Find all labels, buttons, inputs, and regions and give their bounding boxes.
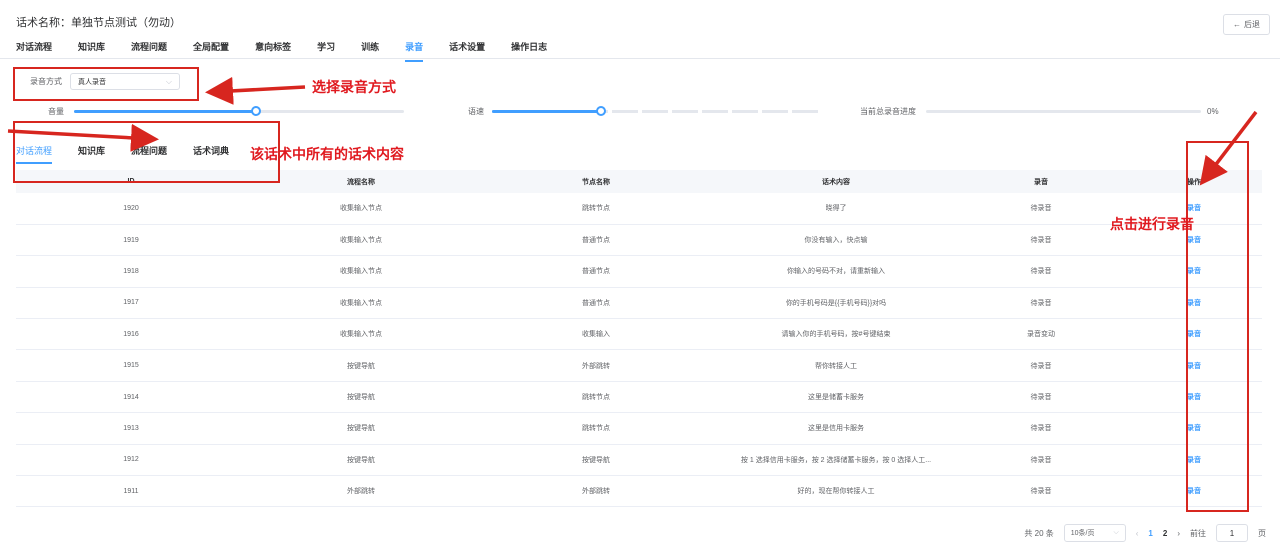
arrow-to-mode-select — [205, 76, 306, 105]
annotation-arrows — [7, 76, 1258, 186]
arrow-to-actions — [1199, 110, 1258, 186]
arrow-to-subtabs — [7, 123, 159, 152]
